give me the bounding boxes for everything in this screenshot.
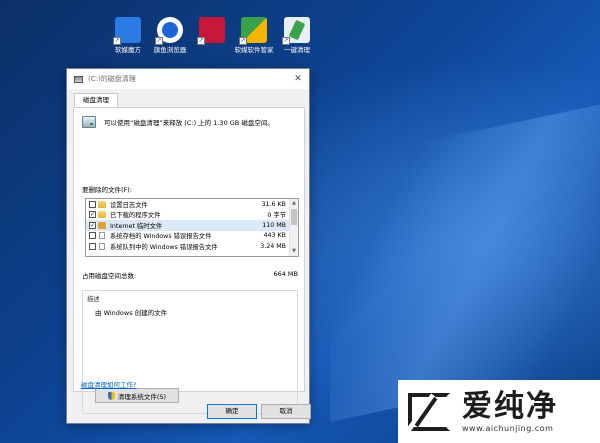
rm-mofang-icon: ↗	[113, 17, 141, 45]
desktop-icon-red-app[interactable]: ↗	[188, 17, 236, 46]
watermark-text: 爱纯净 www.aichunjing.com	[462, 389, 558, 434]
tab-panel: 可以使用“磁盘清理”来释放 (C:) 上的 1.30 GB 磁盘空间。 要删除的…	[73, 107, 305, 414]
title-bar[interactable]: (C:)的磁盘清理 ✕	[67, 69, 309, 89]
desktop-icon-label: 旗鱼浏览器	[153, 46, 187, 54]
list-item[interactable]: 系统存档的 Windows 错误报告文件 443 KB	[86, 231, 298, 242]
files-to-delete-list[interactable]: 设置日志文件 31.6 KB ✓ 已下载的程序文件 0 字节 ✓ Interne…	[85, 198, 299, 257]
close-icon[interactable]: ✕	[287, 74, 309, 84]
intro-row: 可以使用“磁盘清理”来释放 (C:) 上的 1.30 GB 磁盘空间。	[82, 116, 274, 128]
file-category-name: 系统队列中的 Windows 错误报告文件	[110, 243, 218, 251]
tab-disk-cleanup[interactable]: 磁盘清理	[74, 93, 118, 107]
desktop-icon-label: 软媒魔方	[115, 46, 141, 54]
software-manager-icon: ↗	[239, 17, 267, 45]
checkbox[interactable]	[89, 242, 96, 250]
desktop-icon-label: 一键清理	[284, 46, 310, 54]
tab-strip: 磁盘清理	[67, 89, 309, 107]
how-does-disk-cleanup-work-link[interactable]: 磁盘清理如何工作?	[81, 379, 136, 389]
watermark-brand: 爱纯净	[462, 389, 558, 424]
clean-up-system-files-label: 清理系统文件(S)	[117, 392, 167, 401]
disk-cleanup-dialog: (C:)的磁盘清理 ✕ 磁盘清理 可以使用“磁盘清理”来释放 (C:) 上的 1…	[66, 68, 311, 424]
files-to-delete-label: 要删除的文件(F):	[82, 186, 133, 194]
list-item[interactable]: 系统队列中的 Windows 错误报告文件 3.24 MB	[86, 241, 298, 252]
desktop-icon-qiyu-browser[interactable]: ↗ 旗鱼浏览器	[146, 17, 194, 54]
list-item[interactable]: ✓ 已下载的程序文件 0 字节	[86, 210, 298, 221]
shortcut-arrow-icon: ↗	[239, 37, 247, 45]
list-item[interactable]: 设置日志文件 31.6 KB	[86, 199, 298, 210]
uac-shield-icon	[107, 391, 115, 400]
file-category-name: 已下载的程序文件	[110, 212, 161, 220]
file-category-size: 3.24 MB	[260, 242, 286, 250]
file-category-size: 0 字节	[267, 212, 286, 220]
description-title: 描述	[87, 296, 100, 303]
desktop-icon-rm-mofang[interactable]: ↗ 软媒魔方	[104, 17, 152, 54]
broom-icon: ↗	[282, 17, 310, 45]
total-space-value: 664 MB	[273, 270, 298, 278]
ok-button[interactable]: 确定	[207, 404, 257, 419]
qiyu-browser-icon: ↗	[155, 17, 183, 45]
total-space-row: 占用磁盘空间总数: 664 MB	[82, 270, 298, 280]
scroll-up-arrow-icon[interactable]: ▲	[290, 199, 298, 208]
window-title: (C:)的磁盘清理	[88, 75, 136, 83]
drive-icon	[82, 116, 96, 128]
description-group: 描述 由 Windows 创建的文件 清理系统文件(S)	[82, 290, 298, 414]
watermark-url: www.aichunjing.com	[462, 424, 554, 433]
scrollbar-thumb[interactable]	[291, 209, 297, 225]
checkbox-checked[interactable]: ✓	[89, 211, 96, 219]
desktop-icon-rm-software-manager[interactable]: ↗ 软媒软件管家	[230, 17, 278, 54]
site-watermark: 爱纯净 www.aichunjing.com	[398, 380, 600, 443]
folder-icon	[98, 211, 106, 219]
total-space-label: 占用磁盘空间总数:	[82, 272, 137, 280]
disk-cleanup-app-icon	[74, 75, 83, 83]
shortcut-arrow-icon: ↗	[282, 37, 290, 45]
checkbox[interactable]	[89, 232, 96, 240]
shortcut-arrow-icon: ↗	[197, 37, 205, 45]
desktop-icon-label: 软媒软件管家	[234, 46, 274, 54]
file-category-name: Internet 临时文件	[110, 222, 163, 230]
aichunjing-logo-icon	[404, 389, 454, 435]
file-category-size: 31.6 KB	[261, 200, 286, 208]
file-category-size: 443 KB	[263, 232, 286, 240]
checkbox-checked[interactable]: ✓	[89, 221, 96, 229]
shortcut-arrow-icon: ↗	[155, 37, 163, 45]
lock-icon	[98, 221, 106, 229]
checkbox[interactable]	[89, 200, 96, 208]
file-category-size: 110 MB	[262, 221, 286, 229]
clean-up-system-files-button[interactable]: 清理系统文件(S)	[95, 388, 179, 403]
desktop-icon-one-click-clean[interactable]: ↗ 一键清理	[273, 17, 321, 54]
folder-icon	[98, 200, 106, 208]
scroll-down-arrow-icon[interactable]: ▼	[290, 247, 298, 256]
cancel-button[interactable]: 取消	[261, 404, 311, 419]
document-icon	[99, 242, 105, 250]
file-category-name: 系统存档的 Windows 错误报告文件	[110, 233, 212, 241]
shortcut-arrow-icon: ↗	[113, 37, 121, 45]
document-icon	[99, 232, 105, 240]
list-scrollbar[interactable]: ▲ ▼	[289, 199, 298, 256]
intro-text: 可以使用“磁盘清理”来释放 (C:) 上的 1.30 GB 磁盘空间。	[104, 119, 274, 127]
file-category-name: 设置日志文件	[110, 201, 148, 209]
list-item-selected[interactable]: ✓ Internet 临时文件 110 MB	[86, 220, 298, 231]
red-app-icon: ↗	[197, 17, 225, 45]
description-text: 由 Windows 创建的文件	[95, 309, 168, 317]
